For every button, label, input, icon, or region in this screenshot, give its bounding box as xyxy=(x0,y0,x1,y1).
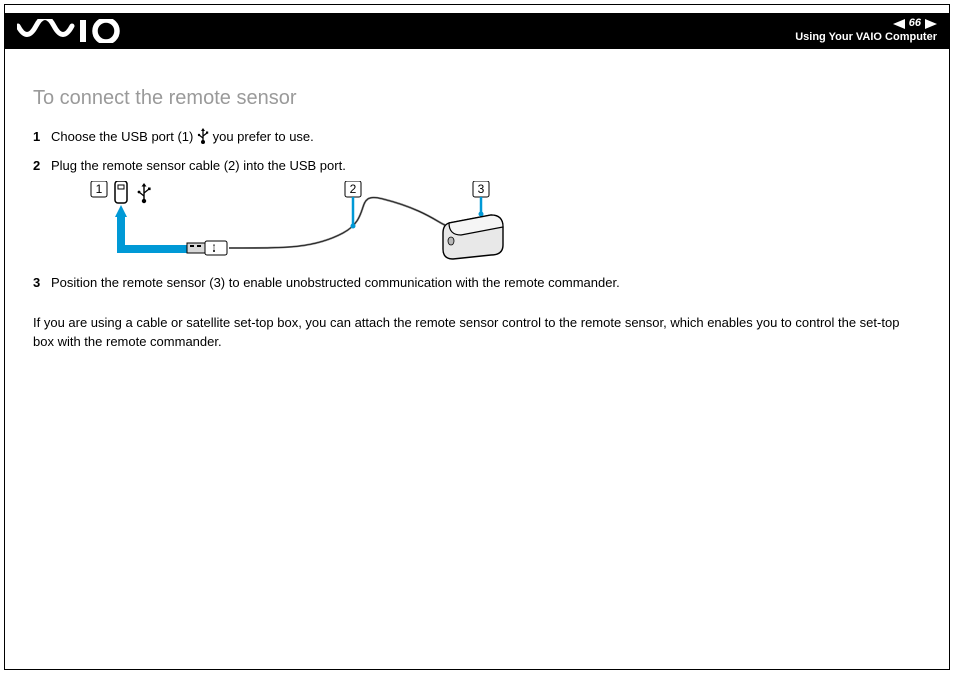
step-number: 3 xyxy=(33,273,51,293)
step-number: 2 xyxy=(33,156,51,176)
step-number: 1 xyxy=(33,127,51,147)
step-item: 2 Plug the remote sensor cable (2) into … xyxy=(33,156,921,176)
diagram-label-3: 3 xyxy=(478,182,485,196)
breadcrumb: Using Your VAIO Computer xyxy=(795,31,937,45)
diagram-label-2: 2 xyxy=(350,182,357,196)
step-text: Choose the USB port (1) xyxy=(51,127,921,150)
diagram-label-1: 1 xyxy=(96,182,103,196)
step-text: Position the remote sensor (3) to enable… xyxy=(51,273,921,293)
vaio-logo xyxy=(17,19,127,43)
next-page-arrow-icon[interactable] xyxy=(925,19,937,29)
usb-icon xyxy=(197,128,209,150)
page-number: 66 xyxy=(909,17,921,31)
step-item: 1 Choose the USB port (1) xyxy=(33,127,921,150)
step-text: Plug the remote sensor cable (2) into th… xyxy=(51,156,921,176)
connection-diagram: 1 xyxy=(53,181,513,263)
note-paragraph: If you are using a cable or satellite se… xyxy=(33,313,921,352)
prev-page-arrow-icon[interactable] xyxy=(893,19,905,29)
page-navigator: 66 xyxy=(795,17,937,31)
section-title: To connect the remote sensor xyxy=(33,83,921,113)
page-header: 66 Using Your VAIO Computer xyxy=(5,13,949,49)
step-item: 3 Position the remote sensor (3) to enab… xyxy=(33,273,921,293)
